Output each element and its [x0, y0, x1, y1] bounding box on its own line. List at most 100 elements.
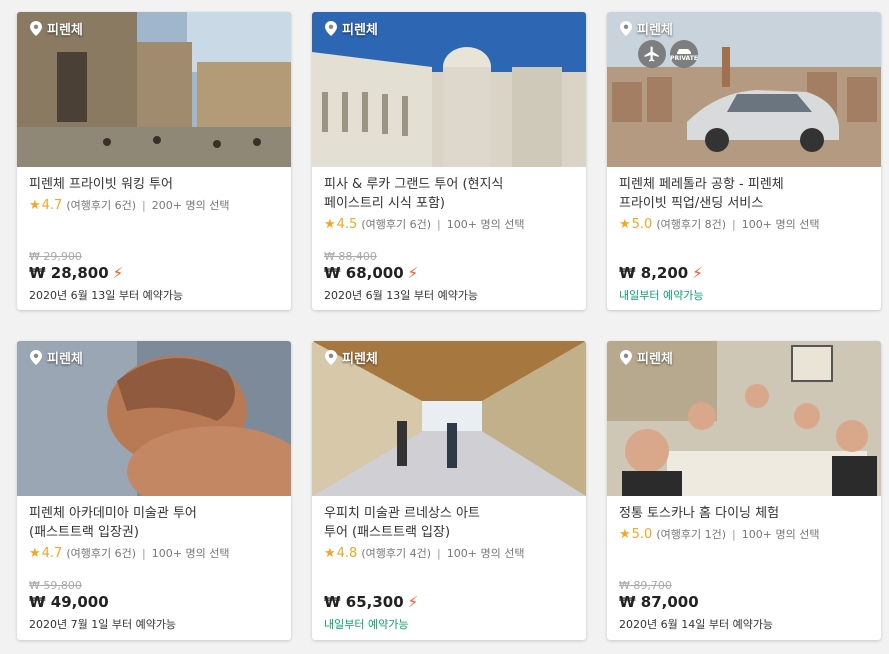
star-icon: ★ [619, 526, 631, 542]
product-title-line2: 프라이빗 픽업/샌딩 서비스 [619, 196, 764, 211]
product-title-line1: 피렌체 페레톨라 공항 - 피렌체 [619, 177, 784, 192]
chosen-count: 100+ 명의 선택 [741, 528, 820, 541]
chosen-count: 100+ 명의 선택 [151, 547, 230, 560]
rating-row: ★ 4.7 (여행후기 6건) | 200+ 명의 선택 [29, 197, 279, 213]
rating-value: 4.7 [41, 545, 63, 561]
original-price: ₩ 59,800 [29, 579, 82, 592]
divider: | [142, 198, 146, 212]
star-icon: ★ [619, 216, 631, 232]
divider: | [142, 546, 146, 560]
airplane-icon [638, 40, 666, 68]
availability: 2020년 6월 14일 부터 예약가능 [619, 618, 774, 631]
sale-price: ₩ 8,200 [619, 264, 689, 282]
product-title[interactable]: 정통 토스카나 홈 다이닝 체험 [619, 504, 869, 523]
location-label: 피렌체 [620, 348, 673, 367]
product-title[interactable]: 피렌체 아카데미아 미술관 투어 (패스트트랙 입장권) [29, 504, 279, 542]
location-label: 피렌체 [30, 19, 83, 38]
sale-price-row: ₩ 87,000 [619, 593, 869, 611]
product-title-line1: 피렌체 아카데미아 미술관 투어 [29, 506, 197, 521]
location-text: 피렌체 [342, 23, 378, 38]
product-card-home-dining[interactable]: 피렌체 정통 토스카나 홈 다이닝 체험 ★ 5.0 (여행후기 1건) | 1… [607, 341, 881, 640]
review-count: (여행후기 1건) [656, 528, 727, 541]
original-price: ₩ 29,900 [29, 250, 82, 263]
product-photo: 피렌체 [312, 12, 586, 167]
product-title-line1: 정통 토스카나 홈 다이닝 체험 [619, 506, 780, 521]
sale-price: ₩ 28,800 [29, 264, 109, 282]
product-photo: 피렌체 PRIVATE [607, 12, 881, 167]
sale-price-row: ₩ 65,300 ⚡ [324, 593, 574, 611]
product-card-airport-transfer[interactable]: 피렌체 PRIVATE 피렌체 페레톨라 공항 - 피렌체 프라이빗 픽업/샌딩… [607, 12, 881, 310]
product-photo: 피렌체 [312, 341, 586, 496]
divider: | [732, 527, 736, 541]
availability: 2020년 6월 13일 부터 예약가능 [29, 289, 184, 302]
rating-value: 4.7 [41, 197, 63, 213]
private-car-icon: PRIVATE [670, 40, 698, 68]
chosen-count: 200+ 명의 선택 [151, 199, 230, 212]
original-price: ₩ 89,700 [619, 579, 672, 592]
star-icon: ★ [29, 545, 41, 561]
availability: 내일부터 예약가능 [619, 289, 704, 302]
sale-price-row: ₩ 28,800 ⚡ [29, 264, 279, 282]
sale-price: ₩ 49,000 [29, 593, 109, 611]
product-title[interactable]: 우피치 미술관 르네상스 아트 투어 (패스트트랙 입장) [324, 504, 574, 542]
rating-row: ★ 4.5 (여행후기 6건) | 100+ 명의 선택 [324, 216, 574, 232]
review-count: (여행후기 6건) [66, 199, 137, 212]
product-title-line1: 피렌체 프라이빗 워킹 투어 [29, 177, 173, 192]
product-title[interactable]: 피사 & 루카 그랜드 투어 (현지식 페이스트리 시식 포함) [324, 175, 574, 213]
map-pin-icon [325, 21, 337, 36]
rating-value: 4.5 [336, 216, 358, 232]
location-text: 피렌체 [47, 23, 83, 38]
location-text: 피렌체 [637, 352, 673, 367]
product-photo: 피렌체 [607, 341, 881, 496]
review-count: (여행후기 6건) [361, 218, 432, 231]
product-title[interactable]: 피렌체 프라이빗 워킹 투어 [29, 175, 279, 194]
rating-row: ★ 4.8 (여행후기 4건) | 100+ 명의 선택 [324, 545, 574, 561]
original-price: ₩ 88,400 [324, 250, 377, 263]
product-photo: 피렌체 [17, 12, 291, 167]
product-card-accademia[interactable]: 피렌체 피렌체 아카데미아 미술관 투어 (패스트트랙 입장권) ★ 4.7 (… [17, 341, 291, 640]
product-card-uffizi[interactable]: 피렌체 우피치 미술관 르네상스 아트 투어 (패스트트랙 입장) ★ 4.8 … [312, 341, 586, 640]
sale-price-row: ₩ 8,200 ⚡ [619, 264, 869, 282]
product-card-walking-tour[interactable]: 피렌체 피렌체 프라이빗 워킹 투어 ★ 4.7 (여행후기 6건) | 200… [17, 12, 291, 310]
review-count: (여행후기 6건) [66, 547, 137, 560]
location-label: 피렌체 [620, 19, 673, 38]
location-label: 피렌체 [325, 19, 378, 38]
rating-row: ★ 5.0 (여행후기 8건) | 100+ 명의 선택 [619, 216, 869, 232]
review-count: (여행후기 8건) [656, 218, 727, 231]
private-badge-text: PRIVATE [670, 54, 698, 62]
product-title-line1: 피사 & 루카 그랜드 투어 (현지식 [324, 177, 504, 192]
product-title[interactable]: 피렌체 페레톨라 공항 - 피렌체 프라이빗 픽업/샌딩 서비스 [619, 175, 869, 213]
review-count: (여행후기 4건) [361, 547, 432, 560]
product-title-line1: 우피치 미술관 르네상스 아트 [324, 506, 480, 521]
map-pin-icon [325, 350, 337, 365]
divider: | [732, 217, 736, 231]
availability: 내일부터 예약가능 [324, 618, 409, 631]
product-photo: 피렌체 [17, 341, 291, 496]
map-pin-icon [620, 350, 632, 365]
rating-value: 5.0 [631, 216, 653, 232]
chosen-count: 100+ 명의 선택 [446, 547, 525, 560]
product-title-line2: 투어 (패스트트랙 입장) [324, 525, 451, 540]
location-label: 피렌체 [325, 348, 378, 367]
divider: | [437, 546, 441, 560]
availability: 2020년 6월 13일 부터 예약가능 [324, 289, 479, 302]
star-icon: ★ [29, 197, 41, 213]
availability: 2020년 7월 1일 부터 예약가능 [29, 618, 177, 631]
sale-price: ₩ 68,000 [324, 264, 404, 282]
product-title-line2: 페이스트리 시식 포함) [324, 196, 445, 211]
map-pin-icon [30, 21, 42, 36]
star-icon: ★ [324, 216, 336, 232]
rating-row: ★ 5.0 (여행후기 1건) | 100+ 명의 선택 [619, 526, 869, 542]
feature-badges: PRIVATE [638, 40, 698, 68]
location-text: 피렌체 [47, 352, 83, 367]
instant-confirm-bolt-icon: ⚡ [407, 264, 419, 282]
star-icon: ★ [324, 545, 336, 561]
rating-value: 4.8 [336, 545, 358, 561]
rating-value: 5.0 [631, 526, 653, 542]
sale-price-row: ₩ 49,000 [29, 593, 279, 611]
instant-confirm-bolt-icon: ⚡ [112, 264, 124, 282]
product-card-pisa-lucca[interactable]: 피렌체 피사 & 루카 그랜드 투어 (현지식 페이스트리 시식 포함) ★ 4… [312, 12, 586, 310]
sale-price: ₩ 65,300 [324, 593, 404, 611]
instant-confirm-bolt-icon: ⚡ [407, 593, 419, 611]
rating-row: ★ 4.7 (여행후기 6건) | 100+ 명의 선택 [29, 545, 279, 561]
